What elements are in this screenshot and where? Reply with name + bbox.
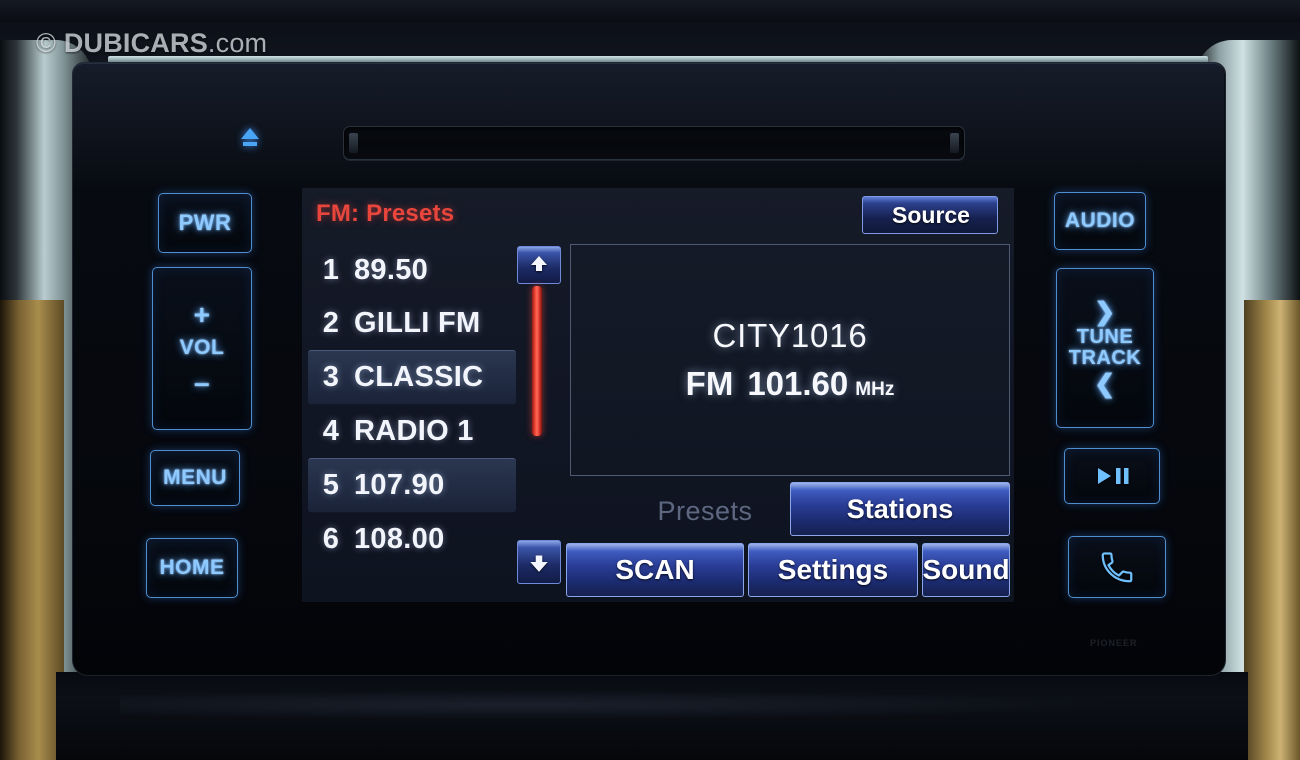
preset-name: 108.00 — [354, 523, 445, 555]
volume-down-icon[interactable]: – — [194, 367, 210, 397]
scan-button-label: SCAN — [615, 554, 695, 585]
tab-presets[interactable]: Presets — [630, 488, 780, 534]
preset-number: 4 — [322, 415, 340, 447]
preset-name: 89.50 — [354, 254, 429, 286]
chevron-down-icon — [530, 555, 548, 572]
power-button[interactable]: PWR — [158, 193, 252, 253]
menu-button-label: MENU — [163, 465, 227, 489]
scan-button[interactable]: SCAN — [566, 543, 744, 597]
tab-presets-label: Presets — [657, 495, 753, 526]
preset-row-2[interactable]: 2 GILLI FM — [308, 297, 516, 350]
page-title: FM: Presets — [316, 200, 455, 227]
watermark-tld: .com — [207, 28, 268, 58]
phone-call-button[interactable] — [1068, 536, 1166, 598]
scrollbar-track[interactable] — [528, 286, 546, 532]
watermark-copyright: © — [36, 28, 57, 58]
bezel-left-wood-trim — [0, 300, 64, 760]
source-button[interactable]: Source — [862, 196, 998, 234]
preset-name: 107.90 — [354, 469, 445, 501]
sound-button-label: Sound — [922, 554, 1010, 585]
volume-rocker[interactable]: + VOL – — [152, 267, 252, 430]
eject-triangle — [241, 128, 259, 139]
play-pause-button[interactable] — [1064, 448, 1160, 504]
frequency-unit: MHz — [855, 379, 895, 400]
tune-label: TUNE — [1076, 326, 1134, 348]
volume-label: VOL — [179, 336, 225, 360]
watermark: © DUBICARS.com — [36, 28, 267, 59]
cd-slot-notch-left — [349, 133, 358, 153]
sound-button[interactable]: Sound — [922, 543, 1010, 597]
eject-icon[interactable] — [241, 128, 261, 148]
home-button[interactable]: HOME — [146, 538, 238, 598]
cd-slot[interactable] — [343, 126, 965, 160]
band-label: FM — [685, 365, 734, 402]
preset-row-5[interactable]: 5 107.90 — [308, 458, 516, 513]
preset-row-1[interactable]: 1 89.50 — [308, 244, 516, 297]
now-playing-panel: CITY1016 FM 101.60 MHz — [570, 244, 1010, 476]
preset-row-4[interactable]: 4 RADIO 1 — [308, 405, 516, 458]
settings-button-label: Settings — [777, 554, 889, 585]
scroll-up-button[interactable] — [517, 246, 561, 284]
dashboard-bottom-gloss — [120, 690, 1120, 720]
preset-name: GILLI FM — [354, 307, 481, 339]
tune-track-rocker[interactable]: ❯ TUNE TRACK ❮ — [1056, 268, 1154, 428]
station-call-sign: CITY1016 — [712, 317, 868, 354]
preset-number: 3 — [322, 361, 340, 393]
chevron-up-icon — [531, 256, 547, 271]
tune-prev-icon[interactable]: ❮ — [1094, 372, 1115, 396]
lcd-touchscreen[interactable]: FM: Presets Source 1 89.50 2 GILLI FM 3 … — [302, 188, 1014, 602]
preset-number: 1 — [322, 254, 340, 286]
settings-button[interactable]: Settings — [748, 543, 918, 597]
tab-stations[interactable]: Stations — [790, 482, 1010, 536]
tune-next-icon[interactable]: ❯ — [1094, 299, 1115, 323]
audio-button[interactable]: AUDIO — [1054, 192, 1146, 250]
infotainment-screenshot: PWR + VOL – MENU HOME AUDIO ❯ TUNE TRACK… — [0, 0, 1300, 760]
preset-row-6[interactable]: 6 108.00 — [308, 513, 516, 566]
bezel-right-wood-trim — [1244, 300, 1300, 760]
preset-name: CLASSIC — [354, 361, 484, 393]
eject-bar — [243, 142, 257, 146]
preset-number: 5 — [322, 469, 340, 501]
frequency-value: 101.60 — [747, 365, 849, 402]
watermark-brand: DUBICARS — [63, 28, 208, 58]
preset-row-3[interactable]: 3 CLASSIC — [308, 350, 516, 405]
track-label: TRACK — [1068, 347, 1142, 369]
preset-list[interactable]: 1 89.50 2 GILLI FM 3 CLASSIC 4 RADIO 1 5… — [308, 244, 516, 594]
tab-stations-label: Stations — [846, 493, 954, 524]
source-button-label: Source — [892, 201, 970, 228]
scroll-down-button[interactable] — [517, 540, 561, 584]
play-pause-icon — [1098, 468, 1129, 484]
frequency-line: FM 101.60 MHz — [686, 365, 895, 403]
cd-slot-notch-right — [950, 133, 959, 153]
scrollbar-thumb[interactable] — [532, 286, 542, 436]
unit-model-mark: PIONEER — [1090, 638, 1138, 648]
power-button-label: PWR — [178, 210, 232, 236]
volume-up-icon[interactable]: + — [194, 300, 211, 330]
home-button-label: HOME — [159, 555, 225, 579]
dashboard-upper-vent — [0, 0, 1300, 22]
preset-number: 2 — [322, 307, 340, 339]
preset-name: RADIO 1 — [354, 415, 474, 447]
phone-handset-icon — [1101, 552, 1133, 583]
audio-button-label: AUDIO — [1064, 208, 1136, 232]
menu-button[interactable]: MENU — [150, 450, 240, 506]
preset-number: 6 — [322, 523, 340, 555]
